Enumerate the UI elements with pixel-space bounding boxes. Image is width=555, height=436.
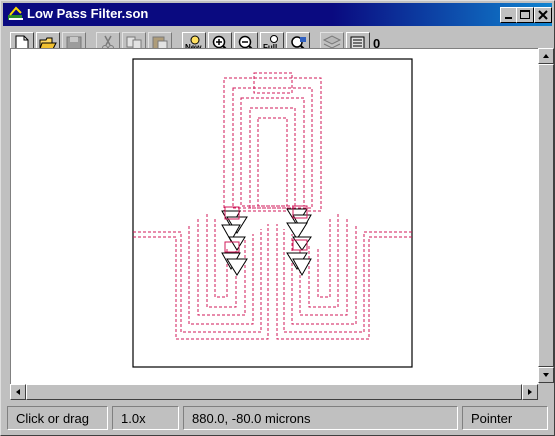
- status-coordinates: 880.0, -80.0 microns: [183, 406, 458, 430]
- filter-traces: [133, 72, 412, 340]
- minimize-icon: [505, 17, 512, 19]
- status-bar: Click or drag 1.0x 880.0, -80.0 microns …: [3, 404, 552, 432]
- arrow-down-icon: [543, 373, 549, 377]
- app-window: Low Pass Filter.son New: [0, 0, 555, 436]
- window-title: Low Pass Filter.son: [27, 6, 149, 21]
- scroll-up-button[interactable]: [538, 48, 554, 64]
- arrow-up-icon: [543, 54, 549, 58]
- scroll-left-button[interactable]: [10, 384, 26, 400]
- close-button[interactable]: [534, 7, 552, 23]
- circuit-layout: [132, 58, 413, 368]
- vertical-scrollbar[interactable]: [538, 48, 554, 383]
- app-icon: [8, 6, 23, 20]
- status-mode: Pointer: [462, 406, 548, 430]
- substrate-box: [132, 58, 413, 368]
- maximize-button[interactable]: [516, 7, 534, 23]
- arrow-left-icon: [16, 389, 20, 395]
- status-hint: Click or drag: [7, 406, 108, 430]
- close-icon: [538, 10, 548, 20]
- maximize-icon: [520, 10, 530, 19]
- scroll-down-button[interactable]: [538, 367, 554, 383]
- status-zoom: 1.0x: [112, 406, 179, 430]
- arrow-right-icon: [528, 389, 532, 395]
- vertical-scroll-thumb[interactable]: [538, 64, 554, 367]
- scroll-corner: [538, 384, 554, 400]
- horizontal-scrollbar[interactable]: [10, 384, 538, 400]
- title-bar[interactable]: Low Pass Filter.son: [3, 3, 552, 26]
- horizontal-scroll-thumb[interactable]: [26, 384, 522, 400]
- scroll-right-button[interactable]: [522, 384, 538, 400]
- layout-canvas[interactable]: [10, 48, 539, 385]
